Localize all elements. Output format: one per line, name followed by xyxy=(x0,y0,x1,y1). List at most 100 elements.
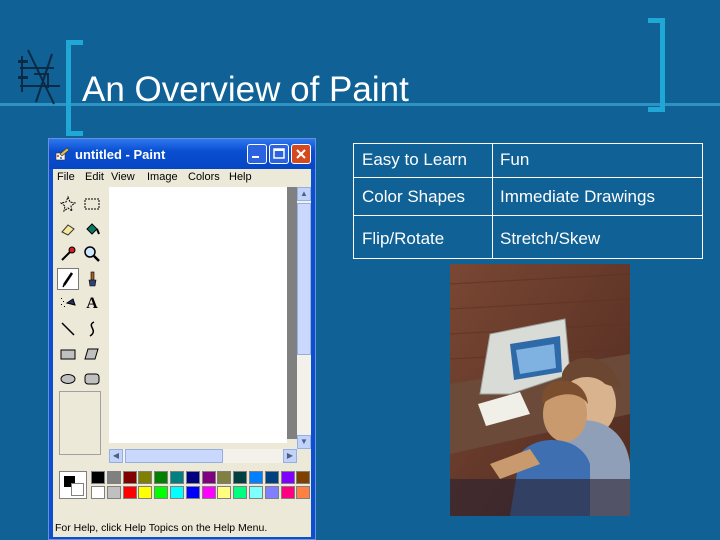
menu-file[interactable]: File xyxy=(57,171,75,183)
toolbox: A xyxy=(53,185,109,461)
menu-colors[interactable]: Colors xyxy=(188,171,220,183)
color-swatch[interactable] xyxy=(154,471,169,484)
rectangle-icon xyxy=(60,349,76,360)
color-swatch[interactable] xyxy=(170,471,184,484)
color-swatch[interactable] xyxy=(296,471,311,484)
color-swatch[interactable] xyxy=(201,486,216,499)
select-icon xyxy=(84,198,100,210)
window-title: untitled - Paint xyxy=(75,147,166,162)
minimize-button[interactable] xyxy=(247,144,267,164)
scroll-up-button[interactable]: ▲ xyxy=(297,187,311,201)
kids-at-computer-photo xyxy=(450,264,630,516)
fill-with-color-icon xyxy=(86,223,100,235)
menu-image[interactable]: Image xyxy=(147,171,178,183)
slide-title: An Overview of Paint xyxy=(82,70,409,109)
menu-help[interactable]: Help xyxy=(229,171,252,183)
airbrush-icon xyxy=(61,298,76,307)
menu-view[interactable]: View xyxy=(111,171,135,183)
color-swatch[interactable] xyxy=(122,471,137,484)
color-swatch[interactable] xyxy=(264,486,279,499)
table-row-divider xyxy=(354,177,702,178)
eraser-icon xyxy=(61,224,75,236)
color-swatch[interactable] xyxy=(154,486,169,499)
color-swatch[interactable] xyxy=(106,486,121,499)
color-swatch[interactable] xyxy=(185,471,200,484)
tool-line[interactable] xyxy=(57,318,79,340)
status-bar: For Help, click Help Topics on the Help … xyxy=(53,519,311,537)
color-swatch[interactable] xyxy=(91,486,105,499)
tool-select[interactable] xyxy=(81,193,103,215)
window-title-bar[interactable]: untitled - Paint xyxy=(49,139,315,169)
table-cell: Flip/Rotate xyxy=(362,229,445,248)
menu-edit[interactable]: Edit xyxy=(85,171,104,183)
horizontal-scroll-thumb[interactable] xyxy=(125,449,223,463)
tool-pick-color[interactable] xyxy=(57,243,79,265)
background-color-swatch xyxy=(71,483,84,496)
table-cell: Color Shapes xyxy=(362,187,466,206)
curve-icon xyxy=(89,321,95,337)
tool-rounded-rectangle[interactable] xyxy=(81,368,103,390)
ellipse-icon xyxy=(60,374,76,384)
tool-free-form-select[interactable] xyxy=(57,193,79,215)
tool-ellipse[interactable] xyxy=(57,368,79,390)
vertical-scroll-thumb[interactable] xyxy=(297,203,311,355)
color-swatch[interactable] xyxy=(217,471,232,484)
drawing-canvas[interactable] xyxy=(109,187,287,443)
color-swatch[interactable] xyxy=(264,471,279,484)
tool-magnifier[interactable] xyxy=(81,243,103,265)
vertical-scrollbar[interactable]: ▲ ▼ xyxy=(297,187,311,449)
close-button[interactable] xyxy=(291,144,311,164)
color-swatch[interactable] xyxy=(201,471,216,484)
table-row-divider xyxy=(354,215,702,216)
color-swatch[interactable] xyxy=(249,486,263,499)
color-swatch[interactable] xyxy=(280,486,295,499)
color-swatch[interactable] xyxy=(170,486,184,499)
color-swatch[interactable] xyxy=(138,471,153,484)
features-table: Easy to Learn Fun Color Shapes Immediate… xyxy=(353,143,703,259)
line-icon xyxy=(61,322,75,336)
table-column-divider xyxy=(492,144,493,258)
scroll-right-button[interactable]: ▶ xyxy=(283,449,297,463)
close-icon xyxy=(296,149,306,159)
color-swatch[interactable] xyxy=(185,486,200,499)
pencil-icon xyxy=(62,272,74,288)
current-colors[interactable] xyxy=(59,471,87,499)
tool-airbrush[interactable] xyxy=(57,293,79,315)
tool-options-box[interactable] xyxy=(59,391,101,455)
horizontal-scrollbar[interactable]: ◀ ▶ xyxy=(109,449,297,463)
color-swatch[interactable] xyxy=(233,486,248,499)
tool-text[interactable]: A xyxy=(81,293,103,315)
maximize-button[interactable] xyxy=(269,144,289,164)
status-text: For Help, click Help Topics on the Help … xyxy=(55,522,268,534)
right-bracket xyxy=(648,18,665,112)
color-swatch[interactable] xyxy=(249,471,263,484)
maximize-icon xyxy=(273,148,285,159)
tool-eraser[interactable] xyxy=(57,218,79,240)
pick-color-icon xyxy=(61,246,76,261)
table-cell: Fun xyxy=(500,150,530,169)
window-client-area: File Edit View Image Colors Help A ▲ ▼ ◀… xyxy=(53,169,311,537)
tool-pencil[interactable] xyxy=(57,268,79,290)
color-swatch[interactable] xyxy=(280,471,295,484)
color-swatch[interactable] xyxy=(91,471,105,484)
scroll-left-button[interactable]: ◀ xyxy=(109,449,123,463)
color-swatch[interactable] xyxy=(233,471,248,484)
scroll-down-button[interactable]: ▼ xyxy=(297,435,311,449)
rounded-rectangle-icon xyxy=(84,373,100,385)
tool-polygon[interactable] xyxy=(81,343,103,365)
color-swatch[interactable] xyxy=(122,486,137,499)
table-cell: Immediate Drawings xyxy=(500,187,655,206)
color-swatch[interactable] xyxy=(296,486,311,499)
free-form-select-icon xyxy=(59,195,77,213)
tool-brush[interactable] xyxy=(81,268,103,290)
magnifier-icon xyxy=(84,246,100,262)
text-icon: A xyxy=(86,295,98,312)
color-swatch[interactable] xyxy=(138,486,153,499)
tool-curve[interactable] xyxy=(81,318,103,340)
tool-rectangle[interactable] xyxy=(57,343,79,365)
tool-fill-with-color[interactable] xyxy=(81,218,103,240)
paint-window[interactable]: untitled - Paint File Edit View Image Co… xyxy=(48,138,316,540)
paint-app-icon xyxy=(55,147,70,161)
color-swatch[interactable] xyxy=(106,471,121,484)
color-swatch[interactable] xyxy=(217,486,232,499)
